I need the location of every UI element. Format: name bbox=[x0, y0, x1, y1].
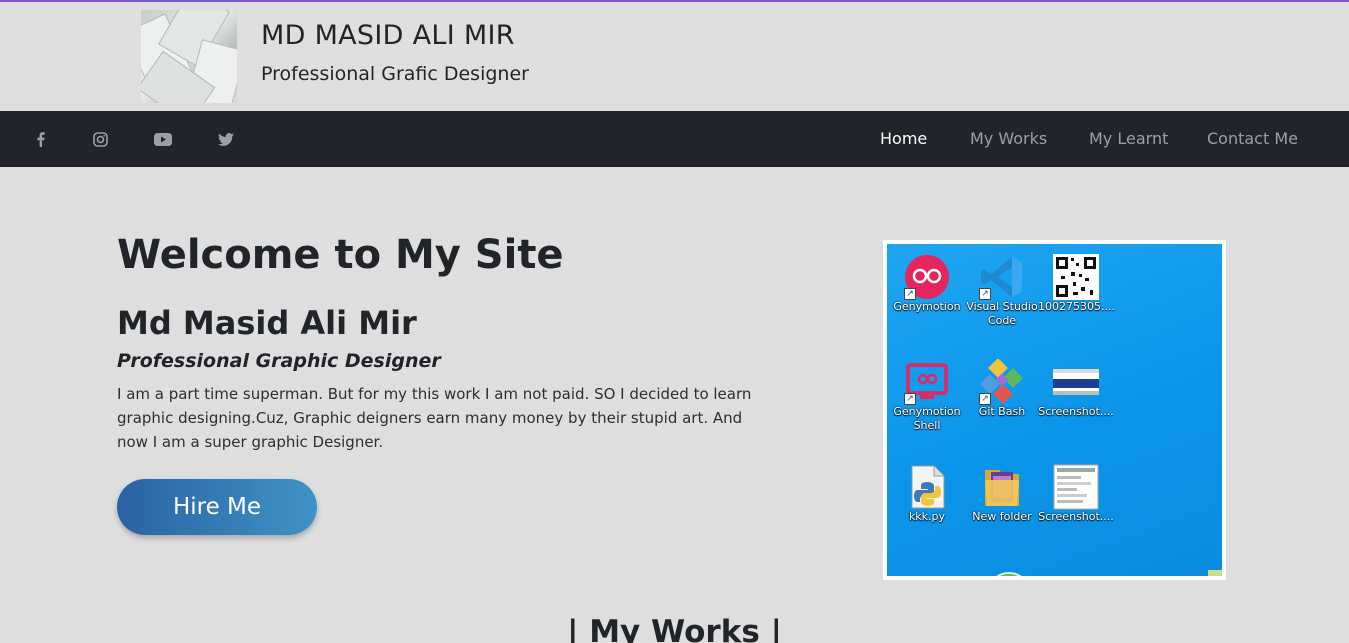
my-works-heading: | My Works | bbox=[567, 614, 782, 643]
nav-contact-me[interactable]: Contact Me bbox=[1207, 129, 1298, 148]
desktop-icon: ↗ Genymotion bbox=[889, 254, 965, 314]
desktop-icon-label: Genymotion Shell bbox=[893, 405, 961, 432]
git-bash-icon: ↗ bbox=[979, 358, 1025, 405]
desktop-screenshot-image: ↗ Genymotion ↗ Visual Studio Code 100275… bbox=[883, 240, 1226, 580]
desktop-icon-label: Genymotion bbox=[893, 300, 961, 313]
desktop-icon: 100275305.... bbox=[1038, 254, 1115, 314]
youtube-icon[interactable] bbox=[151, 128, 175, 150]
desktop-icon: ↗ Genymotion Shell bbox=[889, 359, 965, 433]
site-tagline: Professional Grafic Designer bbox=[261, 63, 529, 85]
desktop-icon: New folder bbox=[964, 464, 1040, 524]
screenshot-file-icon bbox=[1053, 464, 1099, 510]
nav-my-learnt[interactable]: My Learnt bbox=[1089, 129, 1168, 148]
site-name: MD MASID ALI MIR bbox=[261, 20, 515, 51]
instagram-icon[interactable] bbox=[88, 128, 112, 150]
python-file-icon bbox=[904, 464, 950, 510]
desktop-icon: Screenshot.... bbox=[1038, 464, 1114, 524]
qr-code-icon bbox=[1053, 254, 1099, 300]
desktop-icon: ↗ Git Bash bbox=[964, 358, 1040, 419]
genymotion-icon: ↗ bbox=[904, 254, 950, 300]
folder-icon bbox=[979, 464, 1025, 510]
genymotion-shell-icon: ↗ bbox=[904, 359, 950, 405]
paper-cards-logo[interactable] bbox=[141, 10, 237, 103]
taskbar-corner bbox=[1208, 570, 1222, 576]
desktop-icon: kkk.py bbox=[889, 464, 965, 524]
desktop-background: ↗ Genymotion ↗ Visual Studio Code 100275… bbox=[887, 244, 1222, 576]
twitter-icon[interactable] bbox=[214, 128, 238, 150]
nav-home[interactable]: Home bbox=[880, 129, 927, 148]
hero-description: I am a part time superman. But for my th… bbox=[117, 385, 752, 451]
facebook-icon[interactable] bbox=[29, 128, 53, 150]
desktop-icon-label: Git Bash bbox=[978, 405, 1026, 418]
hire-me-button[interactable]: Hire Me bbox=[117, 479, 317, 535]
main-navbar: Home My Works My Learnt Contact Me bbox=[0, 111, 1349, 167]
desktop-icon-label: Screenshot.... bbox=[1038, 405, 1114, 418]
desktop-icon: ↗ Visual Studio Code bbox=[964, 254, 1040, 328]
hero-name: Md Masid Ali Mir bbox=[117, 304, 417, 342]
desktop-icon-label: Screenshot.... bbox=[1038, 510, 1114, 523]
desktop-icon-label: 100275305.... bbox=[1038, 300, 1115, 313]
desktop-icon-label: kkk.py bbox=[908, 510, 946, 523]
desktop-icon-label: New folder bbox=[972, 510, 1032, 523]
site-header: MD MASID ALI MIR Professional Grafic Des… bbox=[0, 2, 1349, 111]
vscode-icon: ↗ bbox=[979, 254, 1025, 300]
desktop-icon: Screenshot.... bbox=[1038, 359, 1114, 419]
desktop-icon-label: Visual Studio Code bbox=[966, 300, 1038, 327]
nav-my-works[interactable]: My Works bbox=[970, 129, 1047, 148]
screenshot-file-icon bbox=[1053, 359, 1099, 405]
welcome-heading: Welcome to My Site bbox=[117, 232, 564, 278]
hero-title: Professional Graphic Designer bbox=[117, 350, 441, 372]
green-circle-icon bbox=[987, 572, 1031, 576]
